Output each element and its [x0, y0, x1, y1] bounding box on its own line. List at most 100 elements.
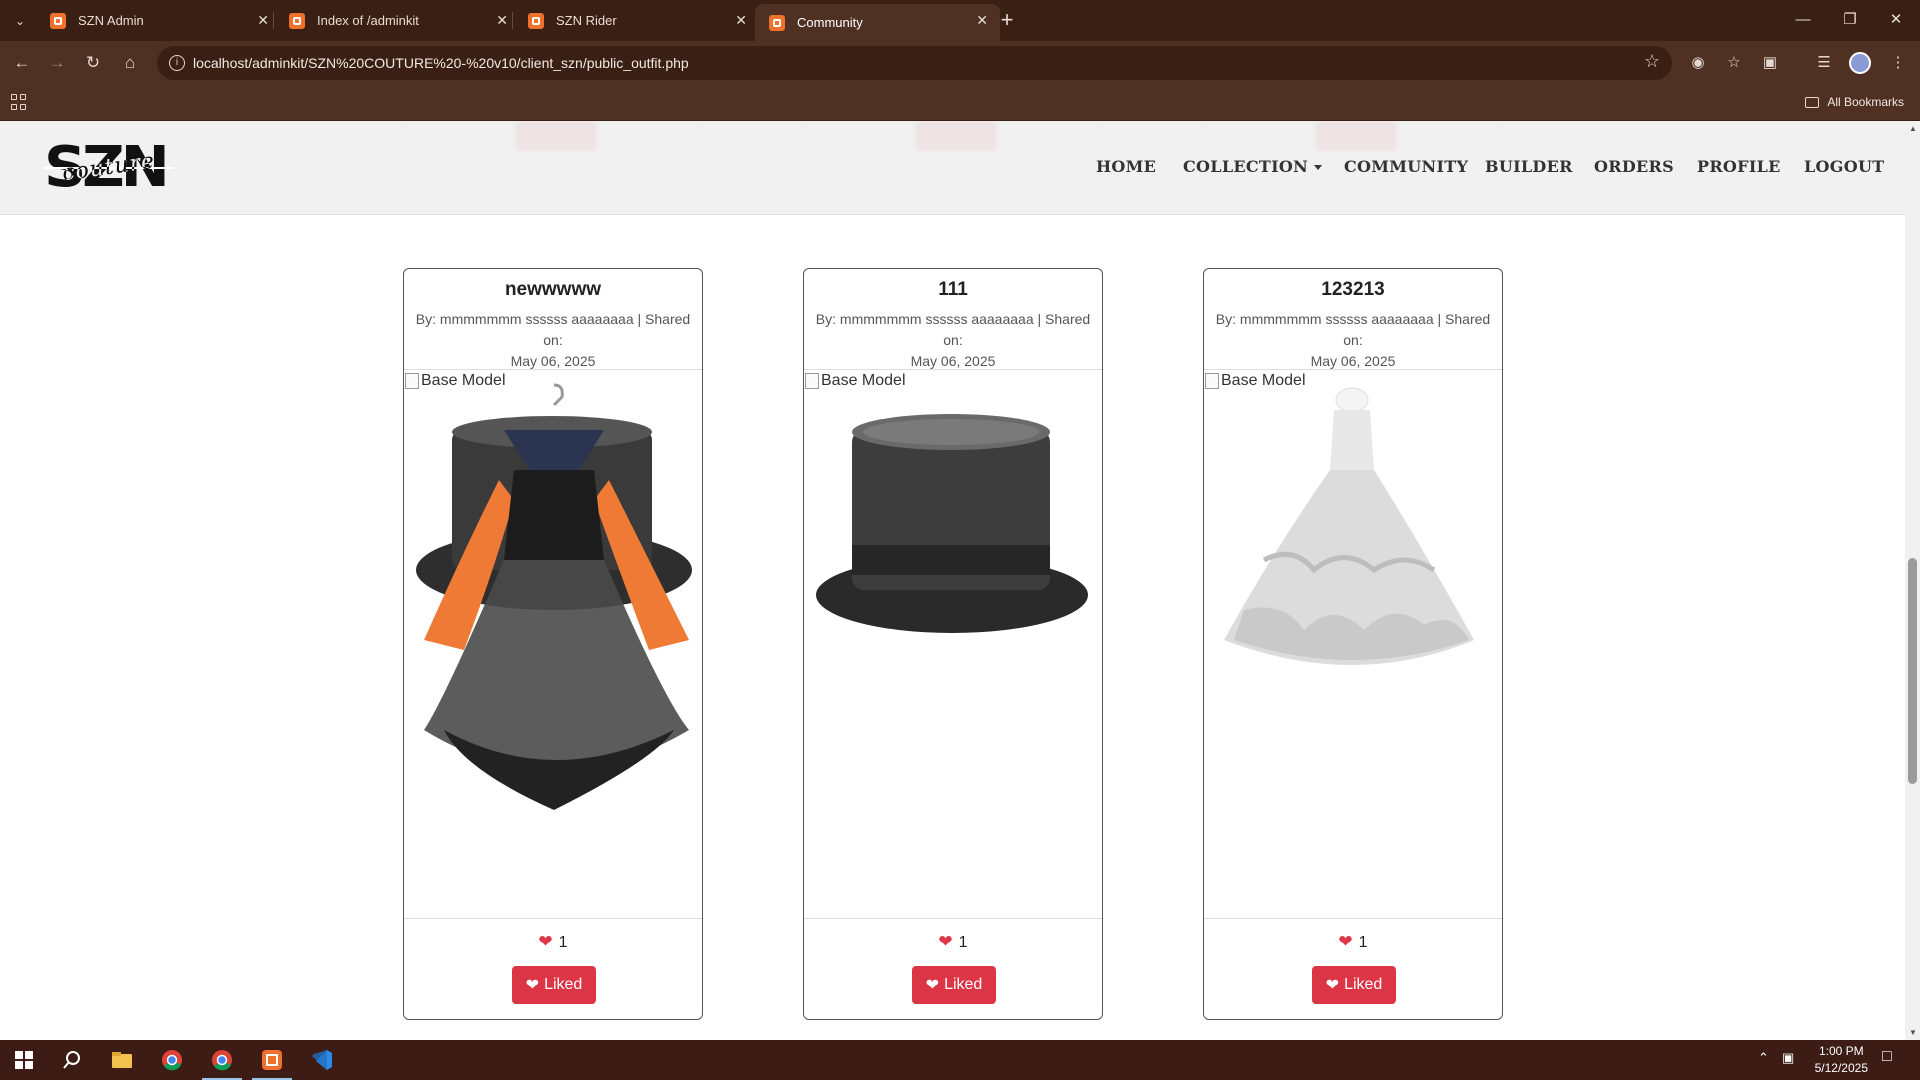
liked-button[interactable]: ❤ Liked	[512, 966, 596, 1004]
dropdown-caret-icon	[1314, 165, 1323, 170]
search-button[interactable]	[48, 1040, 96, 1080]
nav-collection[interactable]: COLLECTION	[1183, 157, 1323, 176]
tab-community[interactable]: Community ✕	[755, 4, 1000, 41]
address-url[interactable]: localhost/adminkit/SZN%20COUTURE%20-%20v…	[193, 55, 689, 71]
window-close-icon[interactable]: ✕	[1873, 6, 1919, 34]
apps-grid-icon[interactable]	[11, 94, 27, 110]
scroll-up-arrow-icon[interactable]: ▲	[1909, 124, 1917, 133]
white-gown-illustration	[1224, 387, 1474, 665]
notification-icon[interactable]: □	[1882, 1048, 1892, 1066]
nav-builder[interactable]: BUILDER	[1485, 157, 1573, 176]
tray-chevron-up-icon[interactable]: ⌃	[1758, 1050, 1769, 1066]
tab-divider	[512, 12, 513, 29]
incognito-extension-icon[interactable]: ◉	[1686, 51, 1710, 75]
home-icon[interactable]: ⌂	[116, 49, 144, 77]
liked-button[interactable]: ❤ Liked	[1312, 966, 1396, 1004]
favorites-star-icon[interactable]: ☆	[1722, 51, 1746, 75]
bookmark-star-icon[interactable]: ☆	[1644, 51, 1660, 72]
outfit-card: 123213 By: mmmmmmm ssssss aaaaaaaa | Sha…	[1203, 268, 1503, 1020]
tab-divider	[273, 12, 274, 29]
broken-image-alt: Base Model	[405, 372, 506, 390]
browser-toolbar: ← → ↻ ⌂ i localhost/adminkit/SZN%20COUTU…	[0, 41, 1920, 85]
like-count: ❤ 1	[804, 932, 1102, 952]
like-count: ❤ 1	[1204, 932, 1502, 952]
image-alt-text: Base Model	[1221, 372, 1306, 389]
szn-couture-logo[interactable]: SZN couture	[44, 140, 174, 196]
page-scrollbar[interactable]: ▲ ▼	[1905, 121, 1920, 1040]
xampp-favicon-icon	[50, 12, 66, 29]
outfit-meta: By: mmmmmmm ssssss aaaaaaaa | Shared on:…	[1204, 309, 1502, 372]
scrollbar-thumb[interactable]	[1908, 558, 1917, 784]
browser-tab-bar: ⌄ SZN Admin ✕ Index of /adminkit ✕ SZN R…	[0, 0, 1920, 41]
chrome-app[interactable]	[148, 1040, 196, 1080]
nav-community[interactable]: COMMUNITY	[1344, 157, 1468, 176]
tab-szn-admin[interactable]: SZN Admin ✕	[36, 4, 281, 37]
start-button[interactable]	[0, 1040, 48, 1080]
heart-icon: ❤	[1338, 932, 1353, 951]
vscode-app[interactable]	[298, 1040, 346, 1080]
site-header: SZN couture HOME COLLECTION COMMUNITY BU…	[0, 121, 1905, 215]
heart-icon: ❤	[925, 977, 940, 994]
tab-szn-rider[interactable]: SZN Rider ✕	[514, 4, 759, 37]
network-icon[interactable]: ▣	[1782, 1050, 1794, 1066]
like-count-value: 1	[558, 934, 568, 951]
site-info-icon[interactable]: i	[169, 55, 185, 71]
scroll-down-arrow-icon[interactable]: ▼	[1909, 1028, 1917, 1037]
liked-button[interactable]: ❤ Liked	[912, 966, 996, 1004]
address-bar[interactable]: i localhost/adminkit/SZN%20COUTURE%20-%2…	[157, 46, 1672, 80]
back-arrow-icon[interactable]: ←	[8, 49, 36, 77]
tab-search-chevron-icon[interactable]: ⌄	[8, 9, 32, 33]
xampp-icon	[262, 1050, 282, 1070]
broken-image-icon	[805, 373, 819, 389]
outfit-title: 111	[938, 279, 968, 300]
liked-button-label: Liked	[544, 976, 583, 993]
reload-icon[interactable]: ↻	[79, 49, 107, 77]
nav-logout[interactable]: LOGOUT	[1804, 157, 1884, 176]
file-explorer-app[interactable]	[98, 1040, 146, 1080]
heart-icon: ❤	[538, 932, 553, 951]
liked-button-label: Liked	[944, 976, 983, 993]
heart-icon: ❤	[938, 932, 953, 951]
forward-arrow-icon[interactable]: →	[43, 49, 71, 77]
profile-avatar[interactable]	[1849, 52, 1871, 74]
close-tab-icon[interactable]: ✕	[976, 12, 988, 29]
chrome-icon	[162, 1050, 182, 1071]
like-count-value: 1	[1358, 934, 1368, 951]
outfit-card: 111 By: mmmmmmm ssssss aaaaaaaa | Shared…	[803, 268, 1103, 1020]
outfit-meta: By: mmmmmmm ssssss aaaaaaaa | Shared on:…	[804, 309, 1102, 372]
outfit-image: Base Model	[404, 369, 702, 919]
vscode-icon	[312, 1050, 332, 1070]
screenshot-icon[interactable]: ▣	[1758, 51, 1782, 75]
chrome-profile-app[interactable]	[198, 1040, 246, 1080]
xampp-favicon-icon	[289, 12, 305, 29]
outfit-author-line: By: mmmmmmm ssssss aaaaaaaa | Shared on:	[815, 311, 1091, 348]
windows-taskbar: ⌃ ▣ 1:00 PM 5/12/2025 □	[0, 1040, 1920, 1080]
nav-profile[interactable]: PROFILE	[1697, 157, 1781, 176]
broken-image-icon	[1205, 373, 1219, 389]
new-tab-plus-icon[interactable]: +	[994, 8, 1020, 34]
outfit-image: Base Model	[1204, 369, 1502, 919]
outfit-title: newwwww	[504, 279, 602, 300]
outfit-meta: By: mmmmmmm ssssss aaaaaaaa | Shared on:…	[404, 309, 702, 372]
page-viewport: SZN couture HOME COLLECTION COMMUNITY BU…	[0, 121, 1905, 1040]
nav-collection-label: COLLECTION	[1183, 157, 1309, 176]
all-bookmarks-button[interactable]: All Bookmarks	[1805, 95, 1904, 109]
tab-title: Index of /adminkit	[317, 13, 419, 28]
xampp-favicon-icon	[769, 14, 785, 31]
close-tab-icon[interactable]: ✕	[496, 12, 508, 29]
windows-logo-icon	[15, 1051, 33, 1069]
close-tab-icon[interactable]: ✕	[257, 12, 269, 29]
close-tab-icon[interactable]: ✕	[735, 12, 747, 29]
tab-index-adminkit[interactable]: Index of /adminkit ✕	[275, 4, 520, 37]
nav-orders[interactable]: ORDERS	[1594, 157, 1674, 176]
nav-home[interactable]: HOME	[1096, 157, 1156, 176]
tab-title: Community	[797, 15, 863, 30]
restore-icon[interactable]: ❐	[1827, 6, 1873, 34]
top-hat-illustration	[816, 414, 1088, 633]
taskbar-clock[interactable]: 1:00 PM 5/12/2025	[1815, 1043, 1868, 1077]
media-control-icon[interactable]: ☰	[1812, 51, 1836, 75]
tab-title: SZN Rider	[556, 13, 617, 28]
minimize-icon[interactable]: —	[1780, 6, 1826, 34]
xampp-app[interactable]	[248, 1040, 296, 1080]
more-menu-icon[interactable]: ⋮	[1886, 51, 1910, 75]
